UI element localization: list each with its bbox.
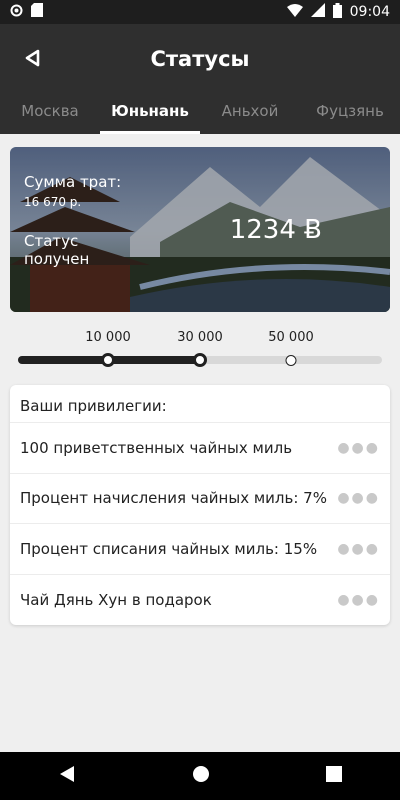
tab-anhui[interactable]: Аньхой <box>200 94 300 134</box>
privilege-row[interactable]: Процент начисления чайных миль: 7% ●●● <box>10 474 390 524</box>
tick-label-30000: 30 000 <box>177 330 223 345</box>
more-dots-icon[interactable]: ●●● <box>337 440 380 456</box>
signal-icon <box>310 3 325 21</box>
spend-label: Сумма трат: <box>24 173 122 191</box>
privilege-label: Чай Дянь Хун в подарок <box>20 590 212 609</box>
privilege-label: Процент списания чайных миль: 15% <box>20 539 318 558</box>
status-received-text: Статус получен <box>24 232 90 268</box>
clock-time: 09:04 <box>349 4 390 20</box>
nav-back-icon[interactable] <box>58 765 76 787</box>
system-nav-bar <box>0 752 400 800</box>
more-dots-icon[interactable]: ●●● <box>337 592 380 608</box>
tick-label-50000: 50 000 <box>268 330 314 345</box>
spend-value: 16 670 р. <box>24 195 82 209</box>
privilege-label: 100 приветственных чайных миль <box>20 438 293 457</box>
notification-circle-icon <box>10 4 23 21</box>
status-bar: 09:04 <box>0 0 400 24</box>
privilege-label: Процент начисления чайных миль: 7% <box>20 489 327 508</box>
status-banner: Сумма трат: 16 670 р. Статус получен 123… <box>10 147 390 312</box>
tab-fujian[interactable]: Фуцзянь <box>300 94 400 134</box>
banner-landscape-image <box>10 147 390 312</box>
privilege-row[interactable]: 100 приветственных чайных миль ●●● <box>10 423 390 474</box>
privileges-card: Ваши привилегии: 100 приветственных чайн… <box>10 385 390 625</box>
tab-yunnan[interactable]: Юньнань <box>100 94 200 134</box>
privilege-row[interactable]: Процент списания чайных миль: 15% ●●● <box>10 524 390 575</box>
milestone-dot-reached <box>101 353 115 367</box>
milestone-dot-reached <box>193 353 207 367</box>
battery-icon <box>332 2 342 22</box>
region-tabs: Москва Юньнань Аньхой Фуцзянь <box>0 94 400 134</box>
milestone-dot-pending <box>285 354 297 366</box>
app-bar: Статусы Москва Юньнань Аньхой Фуцзянь <box>0 24 400 134</box>
privilege-row[interactable]: Чай Дянь Хун в подарок ●●● <box>10 575 390 626</box>
points-balance: 1234 Ƀ <box>229 215 322 245</box>
wifi-icon <box>286 3 303 21</box>
page-title: Статусы <box>150 47 250 71</box>
nav-home-icon[interactable] <box>192 765 210 787</box>
more-dots-icon[interactable]: ●●● <box>337 490 380 506</box>
more-dots-icon[interactable]: ●●● <box>337 541 380 557</box>
sd-card-icon <box>31 3 43 21</box>
nav-recents-icon[interactable] <box>326 766 342 786</box>
tick-label-10000: 10 000 <box>85 330 131 345</box>
status-progress: 10 000 30 000 50 000 <box>18 330 382 370</box>
privileges-heading: Ваши привилегии: <box>10 385 390 423</box>
tab-moscow[interactable]: Москва <box>0 94 100 134</box>
